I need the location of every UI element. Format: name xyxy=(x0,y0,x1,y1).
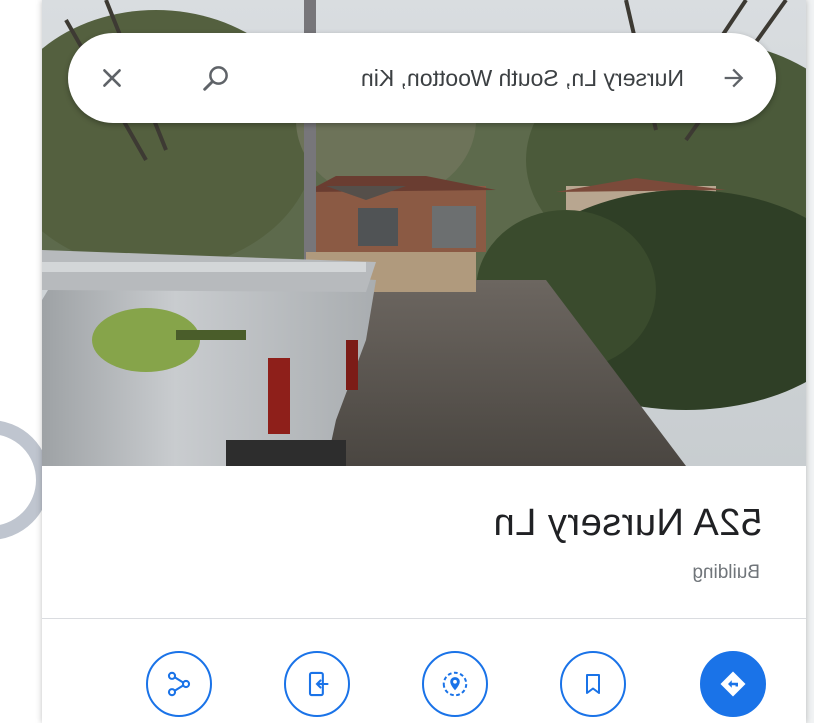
place-info: 52A Nursery Ln Building xyxy=(42,466,806,618)
nearby-icon xyxy=(442,671,468,697)
action-bar xyxy=(42,619,806,723)
directions-button[interactable] xyxy=(700,651,766,717)
send-to-phone-button[interactable] xyxy=(284,651,350,717)
nearby-button[interactable] xyxy=(422,651,488,717)
share-icon xyxy=(167,671,191,697)
search-bar xyxy=(68,33,776,123)
directions-icon xyxy=(720,671,746,697)
search-button[interactable] xyxy=(196,58,236,98)
close-button[interactable] xyxy=(92,58,132,98)
place-title: 52A Nursery Ln xyxy=(493,502,762,544)
search-icon xyxy=(203,66,228,91)
back-button[interactable] xyxy=(714,58,754,98)
place-category: Building xyxy=(692,562,760,583)
send-to-phone-icon xyxy=(308,671,329,697)
parked-van xyxy=(42,250,376,466)
arrow-left-icon xyxy=(724,68,744,88)
bookmark-icon xyxy=(586,674,600,694)
share-button[interactable] xyxy=(146,651,212,717)
map-background xyxy=(806,0,814,723)
mirrored-screen: 52A Nursery Ln Building xyxy=(0,0,814,723)
save-button[interactable] xyxy=(560,651,626,717)
search-input[interactable] xyxy=(248,58,684,98)
close-icon xyxy=(103,69,121,87)
place-panel: 52A Nursery Ln Building xyxy=(42,0,806,723)
